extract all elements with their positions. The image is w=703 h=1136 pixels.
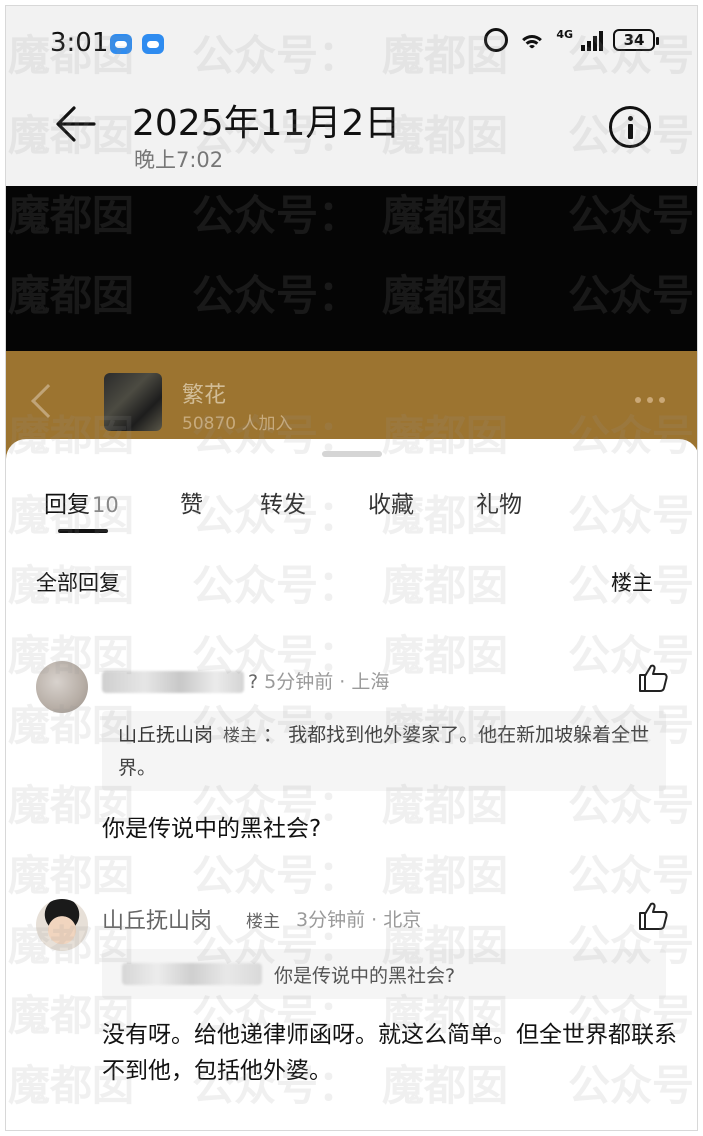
reply-sheet: 回复10 赞 转发 收藏 礼物 全部回复 楼主 ? 5分钟前 · 上海 山丘抚山…: [6, 439, 697, 1130]
tab-replies[interactable]: 回复10: [44, 485, 119, 519]
quoted-reply: 你是传说中的黑社会?: [102, 949, 666, 999]
quoted-author[interactable]: 山丘抚山岗: [118, 724, 213, 746]
comment-location: 北京: [383, 909, 422, 931]
group-avatar[interactable]: [104, 373, 162, 431]
info-icon[interactable]: [609, 106, 651, 148]
avatar[interactable]: [36, 661, 88, 713]
page-subtitle: 晚上7:02: [134, 148, 224, 172]
blurred-username: [102, 671, 244, 693]
thumbs-up-icon[interactable]: [637, 901, 669, 931]
sheet-drag-handle[interactable]: [322, 451, 382, 457]
status-bar: 3:01 4G 34: [6, 6, 697, 78]
status-icons: 4G 34: [484, 27, 659, 52]
quoted-text: 你是传说中的黑社会?: [274, 965, 456, 987]
wifi-icon: [518, 29, 547, 51]
comment-meta: 3分钟前 · 北京: [296, 909, 422, 931]
status-time: 3:01: [50, 28, 109, 58]
alarm-icon: [484, 28, 509, 52]
screenshot-frame: 3:01 4G 34 2025年11月2日 晚上7:02 繁花 50870 人加…: [5, 5, 698, 1131]
comment-time: 5分钟前: [264, 671, 334, 693]
tab-active-indicator: [58, 529, 108, 533]
all-replies-filter[interactable]: 全部回复: [36, 567, 120, 597]
back-arrow-icon[interactable]: [54, 102, 98, 146]
owner-tag: 楼主: [246, 912, 280, 932]
comment-meta: ? 5分钟前 · 上海: [248, 671, 390, 693]
owner-tag: 楼主: [223, 726, 258, 746]
owner-only-filter[interactable]: 楼主: [611, 567, 653, 597]
chevron-left-icon[interactable]: [31, 384, 65, 418]
cloud-icon: [110, 34, 132, 54]
chat-header: 2025年11月2日 晚上7:02: [6, 78, 697, 186]
tab-gifts[interactable]: 礼物: [476, 485, 522, 519]
page-title: 2025年11月2日: [132, 103, 401, 144]
thumbs-up-icon[interactable]: [637, 663, 669, 693]
comment-location: 上海: [351, 671, 390, 693]
network-type: 4G: [556, 27, 573, 41]
signal-icon: [581, 29, 603, 51]
comment-text: 你是传说中的黑社会?: [102, 816, 322, 842]
tab-favorites[interactable]: 收藏: [368, 485, 414, 519]
blurred-username: [122, 963, 262, 985]
more-icon[interactable]: [635, 397, 665, 403]
tab-likes[interactable]: 赞: [180, 485, 203, 519]
tab-replies-count: 10: [92, 493, 119, 517]
group-member-count: 50870 人加入: [182, 414, 293, 434]
tab-bar: 回复10 赞 转发 收藏 礼物: [6, 479, 697, 535]
comment-author[interactable]: 山丘抚山岗: [102, 903, 212, 935]
cloud-icon: [142, 34, 164, 54]
battery-icon: 34: [613, 29, 659, 51]
tab-replies-label: 回复: [44, 492, 90, 518]
tab-reposts[interactable]: 转发: [260, 485, 306, 519]
avatar[interactable]: [36, 899, 88, 951]
comment-time: 3分钟前: [296, 909, 366, 931]
image-black-area: [6, 186, 697, 351]
group-name[interactable]: 繁花: [182, 377, 226, 409]
quoted-reply: 山丘抚山岗 楼主： 我都找到他外婆家了。他在新加坡躲着全世界。: [102, 711, 666, 791]
comment-text: 没有呀。给他递律师函呀。就这么简单。但全世界都联系不到他，包括他外婆。: [102, 1022, 677, 1084]
